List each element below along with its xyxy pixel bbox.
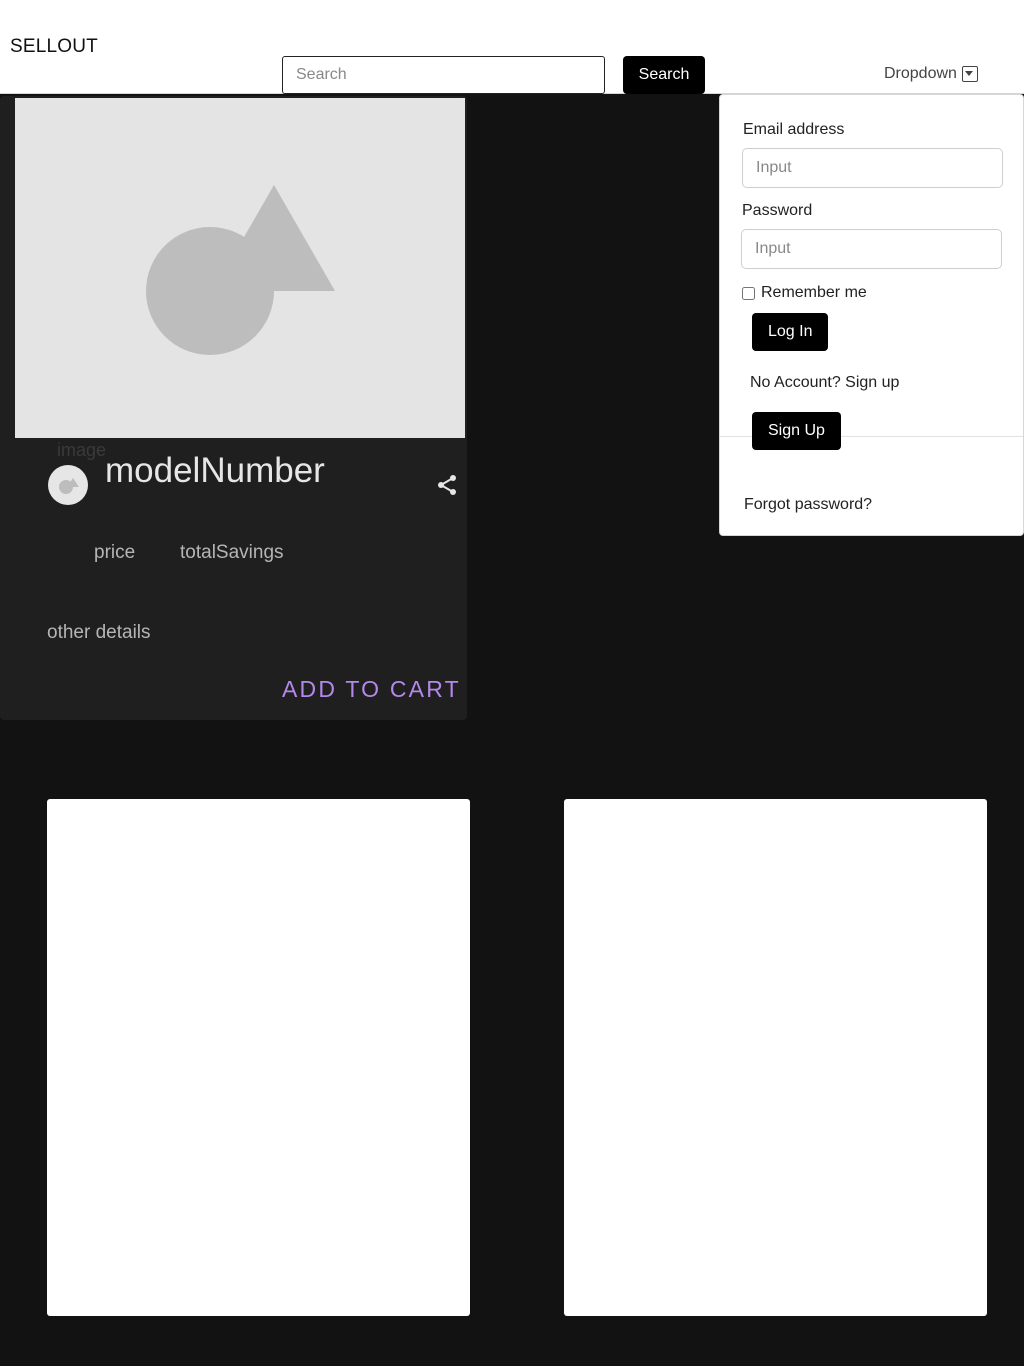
page: SELLOUT Search Dropdown image modelNumbe… (0, 0, 1024, 1366)
total-savings: totalSavings (180, 542, 284, 563)
add-to-cart-button[interactable]: ADD TO CART (282, 676, 461, 703)
search-input[interactable] (282, 56, 605, 94)
password-field[interactable] (741, 229, 1002, 269)
image-alt-text: image (57, 440, 107, 460)
search-button[interactable]: Search (623, 56, 705, 94)
share-icon[interactable] (435, 473, 459, 497)
content-panel-left (47, 799, 470, 1316)
email-label: Email address (743, 121, 845, 138)
chevron-down-icon (961, 66, 978, 82)
other-details: other details (47, 622, 151, 643)
email-field[interactable] (742, 148, 1003, 188)
no-account-text: No Account? Sign up (750, 374, 900, 391)
top-navbar: SELLOUT Search Dropdown (0, 0, 1024, 94)
forgot-password-link[interactable]: Forgot password? (744, 496, 872, 514)
price: price (94, 542, 136, 563)
avatar (48, 465, 88, 505)
avatar-placeholder-icon (59, 478, 79, 494)
remember-me-label: Remember me (761, 284, 867, 301)
remember-me[interactable]: Remember me (742, 284, 867, 302)
image-placeholder-icon (146, 185, 335, 355)
product-card: image modelNumber price totalSavings oth… (0, 96, 467, 720)
log-in-button[interactable]: Log In (752, 313, 829, 351)
login-dropdown-menu: Email address Password Remember me Log I… (719, 94, 1024, 536)
product-image (15, 98, 465, 438)
dropdown-toggle[interactable]: Dropdown (884, 63, 978, 85)
content-panel-right (564, 799, 987, 1316)
model-number: modelNumber (105, 451, 325, 490)
password-label: Password (742, 202, 813, 219)
sign-up-button[interactable]: Sign Up (752, 412, 841, 450)
dropdown-label: Dropdown (884, 65, 957, 82)
brand-logo[interactable]: SELLOUT (10, 36, 98, 58)
remember-me-checkbox[interactable] (742, 286, 755, 300)
